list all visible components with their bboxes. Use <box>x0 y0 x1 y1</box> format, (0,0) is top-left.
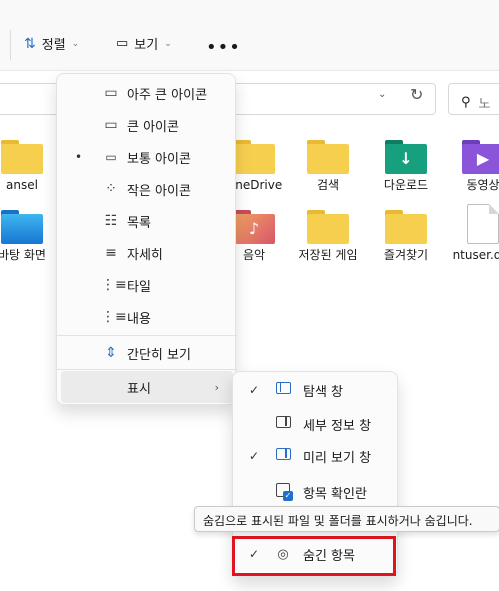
menu-item-label: 큰 아이콘 <box>127 119 179 135</box>
menu-item-show[interactable]: 표시 › <box>61 371 233 403</box>
chevron-down-icon[interactable]: ⌄ <box>378 89 386 100</box>
toolbar-separator <box>10 30 11 60</box>
file-name: 검색 <box>316 178 340 192</box>
view-menu: ▭ 아주 큰 아이콘 ▭ 큰 아이콘 • ▭ 보통 아이콘 ⁘ 작은 아이콘 ☷… <box>56 73 237 405</box>
monitor-icon: ▭ <box>104 117 118 133</box>
chevron-down-icon: ⌄ <box>71 38 80 49</box>
file-item[interactable]: 저장된 게임 <box>288 210 368 263</box>
menu-item-label: 작은 아이콘 <box>127 183 191 199</box>
view-label: 보기 <box>134 38 159 53</box>
menu-item-details[interactable]: ≡ 자세히 <box>61 237 233 269</box>
file-name: 바탕 화면 <box>0 248 46 262</box>
menu-item-label: 보통 아이콘 <box>127 151 191 167</box>
monitor-icon: ▭ <box>116 36 129 51</box>
menu-item-tiles[interactable]: ⋮≡ 타일 <box>61 269 233 301</box>
sort-button[interactable]: ⇅ 정렬 ⌄ <box>24 34 80 54</box>
downloads-folder-icon: ↓ <box>385 140 427 174</box>
item-checkbox-icon <box>273 483 293 501</box>
list-icon: ☷ <box>104 213 118 229</box>
submenu-item-navigation-pane[interactable]: ✓ 탐색 창 <box>237 375 395 405</box>
file-item[interactable]: 검색 <box>288 140 368 193</box>
menu-item-label: 표시 <box>127 381 151 397</box>
check-icon: ✓ <box>249 383 260 397</box>
menu-item-content[interactable]: ⋮≡ 내용 <box>61 301 233 333</box>
menu-item-label: 간단히 보기 <box>127 347 191 363</box>
view-button[interactable]: ▭ 보기 ⌄ <box>116 34 172 53</box>
content-icon: ⋮≡ <box>101 309 127 325</box>
check-icon: ✓ <box>249 449 260 463</box>
highlight-box <box>232 536 396 576</box>
sort-label: 정렬 <box>41 38 66 53</box>
sort-icon: ⇅ <box>24 35 36 52</box>
menu-item-label: 아주 큰 아이콘 <box>127 87 208 103</box>
monitor-icon: ▭ <box>104 85 118 101</box>
menu-item-medium-icons[interactable]: • ▭ 보통 아이콘 <box>61 141 233 173</box>
tiles-icon: ⋮≡ <box>101 277 127 293</box>
menu-item-small-icons[interactable]: ⁘ 작은 아이콘 <box>61 173 233 205</box>
tooltip: 숨김으로 표시된 파일 및 폴더를 표시하거나 숨깁니다. <box>194 506 499 532</box>
chevron-right-icon: › <box>214 380 219 394</box>
music-folder-icon: ♪ <box>233 210 275 244</box>
folder-icon <box>233 140 275 174</box>
file-name: 저장된 게임 <box>298 248 358 262</box>
more-options-button[interactable]: ••• <box>206 37 241 58</box>
menu-separator <box>57 335 237 336</box>
submenu-item-preview-pane[interactable]: ✓ 미리 보기 창 <box>237 441 395 471</box>
search-icon: ⚲ <box>461 94 471 110</box>
preview-pane-icon <box>273 448 293 464</box>
search-input[interactable]: ⚲ 노 <box>448 83 499 115</box>
file-item[interactable]: ansel <box>0 140 62 193</box>
refresh-icon[interactable]: ↻ <box>410 85 423 104</box>
menu-item-label: 타일 <box>127 279 151 295</box>
search-placeholder: 노 <box>478 96 491 112</box>
details-pane-icon <box>273 416 293 432</box>
file-item[interactable]: ↓ 다운로드 <box>366 140 446 193</box>
menu-item-compact-view[interactable]: ⇕ 간단히 보기 <box>61 337 233 369</box>
menu-item-extra-large-icons[interactable]: ▭ 아주 큰 아이콘 <box>61 77 233 109</box>
desktop-folder-icon <box>1 210 43 244</box>
videos-folder-icon: ▶ <box>462 140 499 174</box>
submenu-item-label: 탐색 창 <box>303 384 344 400</box>
file-item[interactable]: 바탕 화면 <box>0 210 62 263</box>
folder-icon <box>307 210 349 244</box>
file-item[interactable]: ntuser.dat <box>443 204 499 263</box>
submenu-item-details-pane[interactable]: 세부 정보 창 <box>237 409 395 439</box>
menu-item-label: 내용 <box>127 311 151 327</box>
navigation-pane-icon <box>273 382 293 398</box>
file-name: 다운로드 <box>383 178 429 192</box>
monitor-icon: ▭ <box>105 150 117 164</box>
file-icon <box>467 204 499 244</box>
folder-icon <box>307 140 349 174</box>
submenu-item-item-checkboxes[interactable]: 항목 확인란 <box>237 477 395 507</box>
selected-bullet-icon: • <box>75 150 83 164</box>
file-name: 동영상 <box>466 178 499 192</box>
details-icon: ≡ <box>105 245 117 261</box>
menu-item-large-icons[interactable]: ▭ 큰 아이콘 <box>61 109 233 141</box>
folder-icon <box>1 140 43 174</box>
file-name: ansel <box>6 178 38 192</box>
file-item[interactable]: ▶ 동영상 <box>443 140 499 193</box>
file-item[interactable]: 즐겨찾기 <box>366 210 446 263</box>
menu-item-label: 목록 <box>127 215 151 231</box>
compact-icon: ⇕ <box>105 345 117 361</box>
menu-item-label: 자세히 <box>127 247 163 263</box>
submenu-item-label: 세부 정보 창 <box>303 418 372 434</box>
menu-separator <box>57 369 237 370</box>
submenu-item-label: 항목 확인란 <box>303 486 367 502</box>
small-grid-icon: ⁘ <box>105 181 117 197</box>
command-bar: ⇅ 정렬 ⌄ ▭ 보기 ⌄ ••• <box>0 0 499 70</box>
file-name: ntuser.dat <box>452 248 499 262</box>
favorites-folder-icon <box>385 210 427 244</box>
menu-item-list[interactable]: ☷ 목록 <box>61 205 233 237</box>
file-name: 즐겨찾기 <box>383 248 429 262</box>
submenu-item-label: 미리 보기 창 <box>303 450 372 466</box>
chevron-down-icon: ⌄ <box>164 38 172 49</box>
